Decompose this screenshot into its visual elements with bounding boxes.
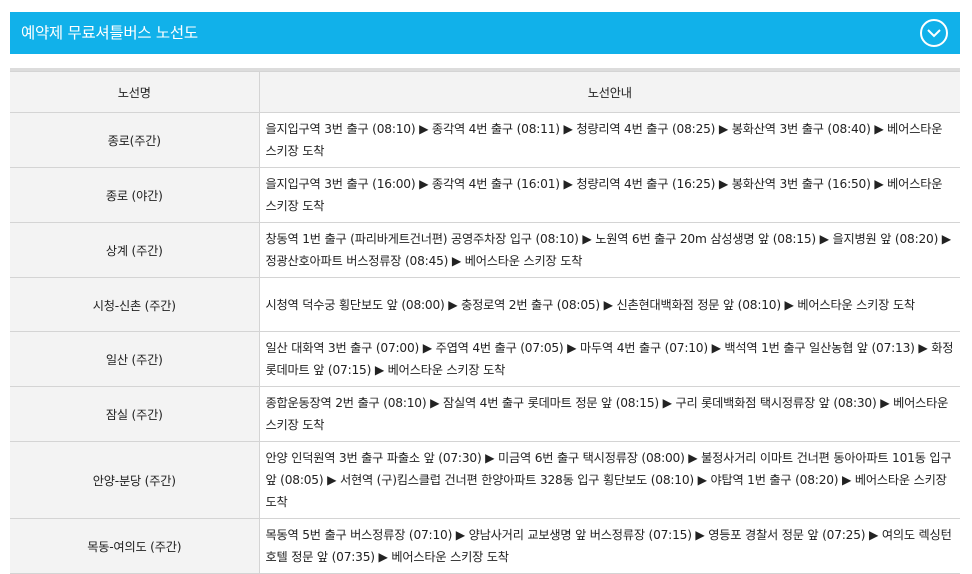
table-row: 상계 (주간) 창동역 1번 출구 (파리바게트건너편) 공영주차장 입구 (0… — [10, 222, 960, 278]
route-info: 시청역 덕수궁 횡단보도 앞 (08:00) ▶ 충정로역 2번 출구 (08:… — [258, 277, 960, 332]
route-info: 을지입구역 3번 출구 (16:00) ▶ 종각역 4번 출구 (16:01) … — [258, 167, 960, 223]
table-row: 종로(주간) 을지입구역 3번 출구 (08:10) ▶ 종각역 4번 출구 (… — [10, 112, 960, 168]
page-title: 예약제 무료셔틀버스 노선도 — [21, 24, 198, 42]
table-row: 잠실 (주간) 종합운동장역 2번 출구 (08:10) ▶ 잠실역 4번 출구… — [10, 386, 960, 442]
route-name: 종로 (야간) — [10, 167, 260, 223]
route-table-container: 노선명 노선안내 종로(주간) 을지입구역 3번 출구 (08:10) ▶ 종각… — [10, 68, 960, 574]
collapse-toggle-button[interactable] — [920, 19, 948, 47]
route-name: 안양-분당 (주간) — [10, 441, 260, 519]
route-info: 일산 대화역 3번 출구 (07:00) ▶ 주엽역 4번 출구 (07:05)… — [258, 331, 960, 387]
route-info: 창동역 1번 출구 (파리바게트건너편) 공영주차장 입구 (08:10) ▶ … — [258, 222, 960, 278]
chevron-down-icon — [927, 29, 941, 38]
route-table: 노선명 노선안내 종로(주간) 을지입구역 3번 출구 (08:10) ▶ 종각… — [10, 71, 960, 574]
route-name: 상계 (주간) — [10, 222, 260, 278]
table-row: 종로 (야간) 을지입구역 3번 출구 (16:00) ▶ 종각역 4번 출구 … — [10, 167, 960, 223]
table-row: 안양-분당 (주간) 안양 인덕원역 3번 출구 파출소 앞 (07:30) ▶… — [10, 441, 960, 519]
table-row: 일산 (주간) 일산 대화역 3번 출구 (07:00) ▶ 주엽역 4번 출구… — [10, 331, 960, 387]
table-row: 시청-신촌 (주간) 시청역 덕수궁 횡단보도 앞 (08:00) ▶ 충정로역… — [10, 277, 960, 332]
route-info: 종합운동장역 2번 출구 (08:10) ▶ 잠실역 4번 출구 롯데마트 정문… — [258, 386, 960, 442]
route-info: 안양 인덕원역 3번 출구 파출소 앞 (07:30) ▶ 미금역 6번 출구 … — [258, 441, 960, 519]
column-header-route-name: 노선명 — [10, 71, 260, 113]
table-row: 목동-여의도 (주간) 목동역 5번 출구 버스정류장 (07:10) ▶ 양남… — [10, 518, 960, 574]
route-name: 시청-신촌 (주간) — [10, 277, 260, 332]
route-name: 목동-여의도 (주간) — [10, 518, 260, 574]
route-info: 목동역 5번 출구 버스정류장 (07:10) ▶ 양남사거리 교보생명 앞 버… — [258, 518, 960, 574]
page-header: 예약제 무료셔틀버스 노선도 — [10, 12, 960, 54]
column-header-route-info: 노선안내 — [258, 71, 960, 113]
route-name: 종로(주간) — [10, 112, 260, 168]
route-name: 일산 (주간) — [10, 331, 260, 387]
route-info: 을지입구역 3번 출구 (08:10) ▶ 종각역 4번 출구 (08:11) … — [258, 112, 960, 168]
route-name: 잠실 (주간) — [10, 386, 260, 442]
